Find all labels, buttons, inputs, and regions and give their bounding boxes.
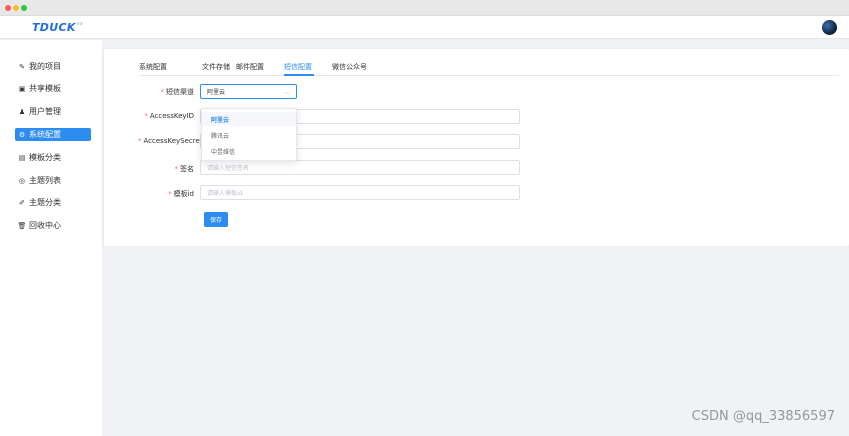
tab-email-config[interactable]: 邮件配置 <box>236 62 264 76</box>
category-icon: ▤ <box>18 153 26 162</box>
sidebar-item-label: 我的项目 <box>29 62 61 71</box>
brush-icon: ✐ <box>19 198 25 207</box>
edit-icon: ✎ <box>19 62 25 71</box>
sidebar-item-label: 用户管理 <box>29 107 61 116</box>
template-icon: ▣ <box>18 84 26 93</box>
template-id-label-text: 模板id <box>173 190 194 198</box>
user-icon: ♟ <box>18 107 26 116</box>
access-key-id-label: * AccessKeyID <box>144 112 194 120</box>
save-button[interactable]: 保存 <box>204 212 228 227</box>
sidebar-item-system-config[interactable]: ⚙ 系统配置 <box>15 128 91 141</box>
sign-label-text: 签名 <box>180 165 194 173</box>
chevron-up-icon: ︿ <box>283 89 290 96</box>
sidebar-item-theme-category[interactable]: ✐ 主题分类 <box>15 196 91 209</box>
dropdown-option-tencent[interactable]: 腾讯云 <box>202 128 296 142</box>
sidebar-item-label: 模板分类 <box>29 153 61 162</box>
tab-wechat-official[interactable]: 微信公众号 <box>332 62 367 76</box>
sidebar-item-label: 系统配置 <box>29 130 61 139</box>
tab-file-storage[interactable]: 文件存储 <box>202 62 230 76</box>
dropdown-option-aliyun[interactable]: 阿里云 <box>202 112 296 126</box>
sms-channel-value: 阿里云 <box>207 89 226 96</box>
access-key-secret-label-text: AccessKeySecre <box>143 137 200 145</box>
gear-icon: ⚙ <box>18 130 26 139</box>
sign-label: * 签名 <box>174 165 195 173</box>
sidebar-item-recycle-center[interactable]: 🗑 回收中心 <box>15 219 91 232</box>
sign-placeholder: 请输入短信签名 <box>207 165 250 172</box>
sidebar-item-theme-list[interactable]: ◎ 主题列表 <box>15 174 91 187</box>
user-avatar[interactable] <box>822 20 837 35</box>
app-logo[interactable]: TDUCKvx <box>32 21 83 34</box>
logo-sup: vx <box>76 21 84 27</box>
dropdown-option-zhongyu[interactable]: 中昱维信 <box>202 144 296 158</box>
maximize-window-button[interactable] <box>21 5 27 11</box>
access-key-secret-label: * AccessKeySecre <box>138 137 200 145</box>
sidebar: ✎ 我的项目 ▣ 共享模板 ♟ 用户管理 ⚙ 系统配置 ▤ 模板分类 ◎ 主题列… <box>0 40 103 436</box>
channel-label: * 短信渠道 <box>160 88 195 96</box>
sign-input[interactable]: 请输入短信签名 <box>200 160 520 175</box>
logo-text: TDUCK <box>32 21 76 34</box>
sms-channel-select[interactable]: 阿里云 ︿ <box>200 84 297 99</box>
sidebar-item-user-management[interactable]: ♟ 用户管理 <box>15 105 91 118</box>
sidebar-item-label: 主题分类 <box>29 198 61 207</box>
minimize-window-button[interactable] <box>13 5 19 11</box>
sidebar-item-my-projects[interactable]: ✎ 我的项目 <box>15 60 91 73</box>
tab-system-config[interactable]: 系统配置 <box>139 62 167 76</box>
sidebar-item-template-category[interactable]: ▤ 模板分类 <box>15 151 91 164</box>
access-key-id-label-text: AccessKeyID <box>149 112 194 120</box>
window-titlebar <box>0 0 849 16</box>
sidebar-item-label: 共享模板 <box>29 84 61 93</box>
sms-channel-dropdown: 阿里云 腾讯云 中昱维信 <box>201 108 297 161</box>
template-id-input[interactable]: 请输入模板id <box>200 185 520 200</box>
watermark-text: CSDN @qq_33856597 <box>691 409 835 424</box>
eye-icon: ◎ <box>18 176 26 185</box>
template-id-label: * 模板id <box>168 190 194 198</box>
sidebar-item-label: 回收中心 <box>29 221 61 230</box>
app-header: TDUCKvx <box>0 16 849 39</box>
sidebar-item-label: 主题列表 <box>29 176 61 185</box>
trash-icon: 🗑 <box>17 221 27 230</box>
sidebar-item-shared-templates[interactable]: ▣ 共享模板 <box>15 82 91 95</box>
channel-label-text: 短信渠道 <box>166 88 194 96</box>
active-tab-indicator <box>284 74 314 76</box>
close-window-button[interactable] <box>5 5 11 11</box>
template-id-placeholder: 请输入模板id <box>207 190 243 197</box>
config-tabs: 系统配置 文件存储 邮件配置 短信配置 微信公众号 <box>139 61 839 76</box>
